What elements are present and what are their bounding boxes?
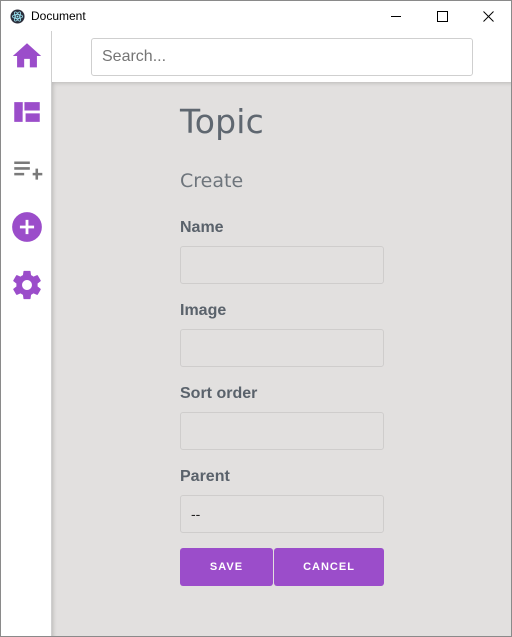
sort-order-label: Sort order (180, 385, 258, 402)
sidebar (1, 31, 52, 636)
home-icon (12, 43, 42, 68)
parent-select[interactable]: -- (180, 495, 384, 533)
gear-icon (13, 270, 41, 300)
electron-app-icon (10, 9, 25, 24)
sidebar-item-home[interactable] (10, 39, 44, 73)
sidebar-item-create[interactable] (10, 210, 44, 244)
sidebar-item-dashboard[interactable] (10, 95, 44, 129)
image-label: Image (180, 302, 227, 319)
page-title: Topic (180, 102, 264, 141)
title-bar[interactable]: Document (1, 1, 511, 31)
name-field[interactable] (180, 246, 384, 284)
search-input[interactable] (91, 38, 473, 76)
minimize-button[interactable] (373, 1, 419, 31)
sidebar-item-settings[interactable] (10, 268, 44, 302)
app-window: Document Search... Topic Create Name Ima… (0, 0, 512, 637)
top-bar (52, 31, 511, 82)
cancel-button[interactable]: CANCEL (274, 548, 384, 586)
add-circle-icon (12, 212, 42, 242)
dashboard-icon (14, 102, 40, 122)
minimize-icon (390, 15, 401, 17)
close-icon (482, 10, 494, 22)
parent-label: Parent (180, 468, 230, 485)
save-button[interactable]: SAVE (180, 548, 273, 586)
page-subtitle: Create (180, 170, 244, 192)
playlist-add-icon (14, 161, 43, 180)
name-label: Name (180, 219, 224, 236)
main-content: Topic Create Name Image Sort order Paren… (52, 82, 511, 636)
window-title: Document (31, 9, 86, 23)
close-button[interactable] (465, 1, 511, 31)
maximize-button[interactable] (419, 1, 465, 31)
maximize-icon (436, 10, 448, 22)
parent-select-value: -- (191, 506, 201, 522)
sort-order-field[interactable] (180, 412, 384, 450)
sidebar-item-add-topic[interactable] (10, 153, 44, 187)
image-field[interactable] (180, 329, 384, 367)
